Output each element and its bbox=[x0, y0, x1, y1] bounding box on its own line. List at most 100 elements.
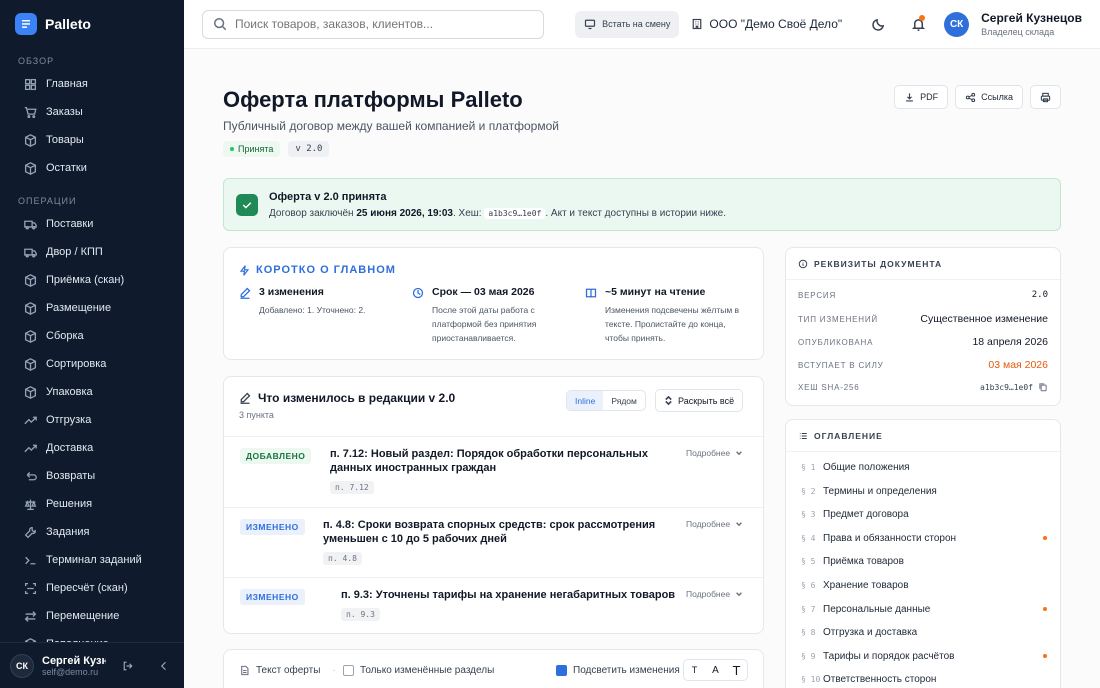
theme-toggle[interactable] bbox=[864, 10, 892, 38]
print-button[interactable] bbox=[1030, 85, 1061, 109]
search-box[interactable] bbox=[202, 9, 544, 39]
share-link-button[interactable]: Ссылка bbox=[955, 85, 1023, 109]
meta-value: 03 мая 2026 bbox=[988, 359, 1048, 371]
toc-item[interactable]: § 1 Общие положения bbox=[801, 462, 1047, 473]
meta-value: 18 апреля 2026 bbox=[972, 336, 1048, 348]
sidebar-item[interactable]: Отгрузка bbox=[0, 406, 184, 434]
toc-item[interactable]: § 7 Персональные данные bbox=[801, 604, 1047, 615]
avatar[interactable]: СК bbox=[944, 11, 970, 37]
sidebar-item-label: Поставки bbox=[46, 218, 94, 230]
toc-item[interactable]: § 6 Хранение товаров bbox=[801, 580, 1047, 591]
org-switcher[interactable]: ООО "Демо Своё Дело" bbox=[691, 17, 842, 31]
box-icon bbox=[24, 301, 37, 315]
view-mode-toggle: Inline Рядом bbox=[566, 390, 646, 411]
toc-item[interactable]: § 2 Термины и определения bbox=[801, 486, 1047, 497]
highlight-label: Подсветить изменения bbox=[573, 665, 680, 676]
sidebar-item[interactable]: Сборка bbox=[0, 322, 184, 350]
moon-icon bbox=[871, 18, 884, 31]
changes-title: Что изменилось в редакции v 2.0 bbox=[239, 391, 455, 405]
sidebar-item[interactable]: Терминал заданий bbox=[0, 546, 184, 574]
highlight-box[interactable] bbox=[556, 665, 567, 676]
details-toggle[interactable]: Подробнее bbox=[686, 589, 743, 599]
sidebar-item[interactable]: Пересчёт (скан) bbox=[0, 574, 184, 602]
alert-text-after: . Акт и текст доступны в истории ниже. bbox=[545, 207, 727, 219]
sidebar-item[interactable]: Двор / КПП bbox=[0, 238, 184, 266]
toc-title: ОГЛАВЛЕНИЕ bbox=[798, 431, 883, 441]
box-icon bbox=[24, 385, 37, 399]
font-larger-button[interactable]: T bbox=[726, 660, 747, 680]
toc-item[interactable]: § 4 Права и обязанности сторон bbox=[801, 533, 1047, 544]
user-menu[interactable]: Сергей Кузнецов Владелец склада bbox=[981, 11, 1082, 37]
sidebar-item[interactable]: Товары bbox=[0, 126, 184, 154]
section-ops-label: ОПЕРАЦИИ bbox=[18, 196, 77, 206]
share-icon bbox=[965, 92, 976, 102]
only-changed-checkbox[interactable]: Только изменённые разделы bbox=[343, 665, 494, 676]
document-details-title: РЕКВИЗИТЫ ДОКУМЕНТА bbox=[798, 259, 942, 269]
meta-row: ОПУБЛИКОВАНА 18 апреля 2026 bbox=[798, 336, 1048, 348]
meta-value: 2.0 bbox=[1031, 290, 1048, 300]
sidebar-item-label: Терминал заданий bbox=[46, 554, 142, 566]
download-pdf-button[interactable]: PDF bbox=[894, 85, 949, 109]
sidebar-item[interactable]: Сортировка bbox=[0, 350, 184, 378]
toc-number: § 3 bbox=[801, 510, 816, 520]
alert-hash: a1b3c9…1e0f bbox=[484, 207, 546, 219]
highlight-checkbox[interactable]: Подсветить изменения bbox=[556, 665, 680, 676]
change-ref: п. 4.8 bbox=[323, 552, 362, 565]
sidebar-item[interactable]: Заказы bbox=[0, 98, 184, 126]
building-icon bbox=[693, 18, 702, 30]
modified-badge: ИЗМЕНЕНО bbox=[240, 519, 305, 535]
sidebar-item[interactable]: Задания bbox=[0, 518, 184, 546]
avatar[interactable]: СК bbox=[10, 653, 34, 678]
summary-card: КОРОТКО О ГЛАВНОМ 3 изменения Добавлено:… bbox=[223, 247, 764, 360]
toc-item[interactable]: § 5 Приёмка товаров bbox=[801, 556, 1047, 567]
toc-label: Права и обязанности сторон bbox=[823, 532, 957, 544]
toc-label: Персональные данные bbox=[823, 603, 931, 615]
sidebar-item[interactable]: Приёмка (скан) bbox=[0, 266, 184, 294]
summary-text: После этой даты работа с платформой без … bbox=[432, 305, 537, 343]
mode-inline[interactable]: Inline bbox=[567, 391, 604, 410]
font-smaller-button[interactable]: T bbox=[684, 660, 705, 680]
toc-item[interactable]: § 10 Ответственность сторон bbox=[801, 674, 1047, 685]
font-normal-button[interactable]: A bbox=[705, 660, 726, 680]
sidebar-item[interactable]: Возвраты bbox=[0, 462, 184, 490]
summary-text: Изменения подсвечены жёлтым в тексте. Пр… bbox=[605, 305, 740, 343]
trend-icon bbox=[24, 444, 37, 452]
lightning-icon bbox=[239, 264, 250, 276]
sidebar-item[interactable]: Размещение bbox=[0, 294, 184, 322]
collapse-sidebar-icon[interactable] bbox=[156, 658, 172, 674]
only-changed-box[interactable] bbox=[343, 665, 354, 676]
palleto-logo-icon bbox=[15, 13, 37, 35]
notifications-button[interactable] bbox=[904, 10, 932, 38]
expand-all-button[interactable]: Раскрыть всё bbox=[655, 389, 744, 412]
sidebar-item[interactable]: Поставки bbox=[0, 210, 184, 238]
details-toggle[interactable]: Подробнее bbox=[686, 519, 743, 529]
sidebar-item[interactable]: Остатки bbox=[0, 154, 184, 182]
change-row[interactable]: ИЗМЕНЕНО п. 9.3: Уточнены тарифы на хран… bbox=[224, 577, 765, 634]
topbar: Встать на смену ООО "Демо Своё Дело" СК … bbox=[184, 0, 1100, 49]
sidebar-item[interactable]: Доставка bbox=[0, 434, 184, 462]
sidebar-item-label: Доставка bbox=[46, 442, 94, 454]
mode-side-by-side[interactable]: Рядом bbox=[603, 391, 645, 410]
toc-item[interactable]: § 9 Тарифы и порядок расчётов bbox=[801, 651, 1047, 662]
search-input[interactable] bbox=[235, 17, 533, 31]
sidebar-item[interactable]: Упаковка bbox=[0, 378, 184, 406]
details-toggle[interactable]: Подробнее bbox=[686, 448, 743, 458]
sidebar-item[interactable]: Перемещение bbox=[0, 602, 184, 630]
start-shift-button[interactable]: Встать на смену bbox=[575, 10, 680, 38]
monitor-icon bbox=[585, 19, 596, 30]
logout-icon[interactable] bbox=[120, 658, 136, 674]
expand-all-label: Раскрыть всё bbox=[678, 395, 735, 406]
changed-dot bbox=[1043, 607, 1047, 612]
sidebar-item[interactable]: Решения bbox=[0, 490, 184, 518]
toc-item[interactable]: § 3 Предмет договора bbox=[801, 509, 1047, 520]
brand[interactable]: Palleto bbox=[0, 0, 184, 48]
truck-icon bbox=[24, 248, 37, 257]
change-row[interactable]: ДОБАВЛЕНО п. 7.12: Новый раздел: Порядок… bbox=[224, 436, 765, 507]
toc-number: § 5 bbox=[801, 557, 816, 567]
nav-overview: Главная Заказы Товары Остатки bbox=[0, 70, 184, 182]
toc-item[interactable]: § 8 Отгрузка и доставка bbox=[801, 627, 1047, 638]
pencil-icon bbox=[240, 287, 251, 299]
sidebar-item[interactable]: Главная bbox=[0, 70, 184, 98]
copy-icon[interactable] bbox=[1038, 382, 1048, 392]
change-row[interactable]: ИЗМЕНЕНО п. 4.8: Сроки возврата спорных … bbox=[224, 507, 765, 577]
